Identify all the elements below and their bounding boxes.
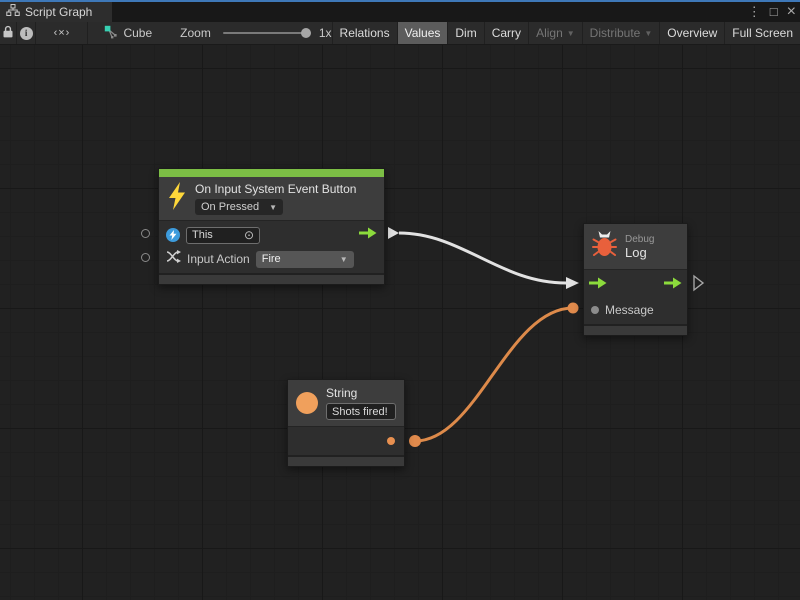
flow-output-port-icon[interactable] <box>359 226 377 244</box>
event-accent-strip <box>159 169 384 177</box>
input-action-dropdown[interactable]: Fire ▼ <box>256 251 354 268</box>
debug-node-body: Message <box>584 269 687 324</box>
event-node-header[interactable]: On Input System Event Button On Pressed … <box>159 177 384 220</box>
event-action-port-circle[interactable] <box>141 253 150 262</box>
string-output-port-icon[interactable] <box>387 437 395 445</box>
event-node-title: On Input System Event Button <box>195 182 356 196</box>
bug-icon <box>592 230 617 263</box>
message-port-icon[interactable] <box>591 306 599 314</box>
zoom-slider-handle[interactable] <box>301 28 311 38</box>
event-this-row: This ⊙ <box>159 223 384 247</box>
values-button[interactable]: Values <box>397 22 448 44</box>
event-node-body: This ⊙ <box>159 220 384 273</box>
event-action-row: Input Action Fire ▼ <box>159 247 384 271</box>
string-node-title: String <box>326 386 396 400</box>
wire-dest-arrow <box>566 277 579 289</box>
graph-toolbar: i ‹×› Cube Zoom 1x Rel <box>0 22 800 45</box>
node-string[interactable]: String Shots fired! <box>287 379 405 467</box>
graph-target[interactable]: Cube <box>104 22 152 44</box>
string-node-body <box>288 426 404 455</box>
lock-icon <box>2 25 14 41</box>
event-node-footer <box>159 273 384 284</box>
string-value-field[interactable]: Shots fired! <box>326 403 396 420</box>
lock-button[interactable] <box>0 22 17 44</box>
info-button[interactable]: i <box>17 22 37 44</box>
value-wire[interactable] <box>415 308 573 441</box>
string-output-row <box>288 429 404 453</box>
debug-node-title: Log <box>625 245 654 260</box>
tab-title: Script Graph <box>25 5 92 19</box>
chevron-down-icon: ▼ <box>269 203 277 212</box>
overview-button[interactable]: Overview <box>659 22 724 44</box>
graph-target-label: Cube <box>123 26 152 40</box>
object-picker-icon[interactable]: ⊙ <box>244 229 254 241</box>
this-object-field[interactable]: This ⊙ <box>186 227 260 244</box>
info-icon: i <box>20 27 33 40</box>
carry-button[interactable]: Carry <box>484 22 528 44</box>
chevron-down-icon: ▼ <box>644 29 652 38</box>
flow-output-port-icon[interactable] <box>664 276 682 294</box>
code-icon: ‹×› <box>54 27 71 39</box>
script-graph-window: Script Graph ⋮ □ × i ‹×› <box>0 0 800 600</box>
distribute-button[interactable]: Distribute ▼ <box>582 22 660 44</box>
relations-button[interactable]: Relations <box>332 22 397 44</box>
code-preview-button[interactable]: ‹×› <box>36 22 88 44</box>
lightning-bolt-icon <box>167 182 187 215</box>
debug-message-row: Message <box>584 298 687 322</box>
event-this-port-circle[interactable] <box>141 229 150 238</box>
debug-category-label: Debug <box>625 234 654 245</box>
window-controls: ⋮ □ × <box>748 2 796 22</box>
tab-script-graph[interactable]: Script Graph <box>0 2 112 22</box>
message-label: Message <box>605 303 654 317</box>
node-on-input-system-event-button[interactable]: On Input System Event Button On Pressed … <box>158 168 385 285</box>
zoom-slider[interactable] <box>223 32 311 34</box>
node-pointer-icon <box>104 25 118 42</box>
fullscreen-button[interactable]: Full Screen <box>724 22 800 44</box>
tab-bar: Script Graph ⋮ □ × <box>0 2 800 22</box>
chevron-down-icon: ▼ <box>567 29 575 38</box>
close-icon[interactable]: × <box>787 2 796 22</box>
debug-node-footer <box>584 324 687 335</box>
control-wire[interactable] <box>399 233 566 283</box>
zoom-label: Zoom <box>180 26 211 40</box>
toolbar-buttons: Relations Values Dim Carry Align ▼ Distr… <box>332 22 800 44</box>
input-action-icon <box>166 250 181 268</box>
event-mode-dropdown[interactable]: On Pressed ▼ <box>195 199 283 215</box>
unconnected-flow-port-triangle[interactable] <box>694 276 703 290</box>
align-button[interactable]: Align ▼ <box>528 22 582 44</box>
zoom-value: 1x <box>319 26 332 40</box>
string-node-footer <box>288 455 404 466</box>
dim-button[interactable]: Dim <box>447 22 483 44</box>
zoom-control: Zoom 1x <box>180 22 331 44</box>
debug-node-header[interactable]: Debug Log <box>584 224 687 269</box>
graph-canvas[interactable]: On Input System Event Button On Pressed … <box>0 45 800 600</box>
string-node-header[interactable]: String Shots fired! <box>288 380 404 426</box>
wire-source-arrow <box>388 227 399 239</box>
gameobject-icon <box>166 228 180 242</box>
input-action-label: Input Action <box>187 252 250 266</box>
flow-input-port-icon[interactable] <box>589 276 607 294</box>
window-menu-icon[interactable]: ⋮ <box>748 2 761 22</box>
debug-flow-row <box>584 272 687 298</box>
chevron-down-icon: ▼ <box>340 255 348 264</box>
maximize-icon[interactable]: □ <box>770 2 778 22</box>
node-debug-log[interactable]: Debug Log <box>583 223 688 336</box>
graph-icon <box>6 3 20 21</box>
string-type-icon <box>296 392 318 414</box>
